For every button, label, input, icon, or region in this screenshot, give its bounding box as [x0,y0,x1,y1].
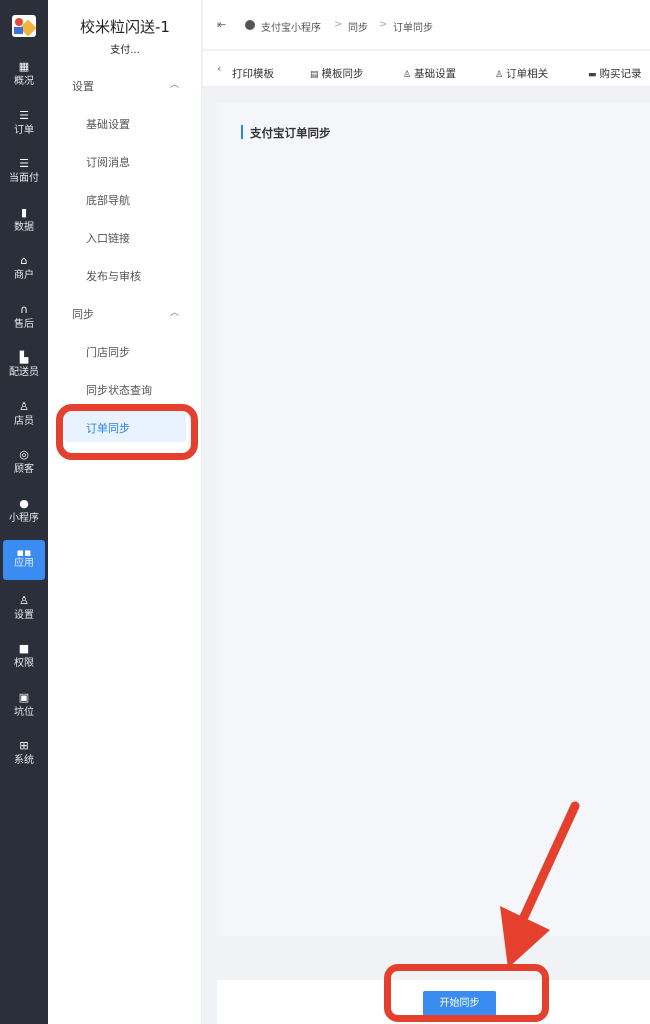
face-pay-icon: ☰ [19,157,29,170]
user-gear-icon: ♙ [403,70,412,80]
mini-program-icon: ● [19,497,29,510]
nav-sync-status-query[interactable]: 同步状态查询 [86,382,152,398]
tab-basic-settings[interactable]: ♙ 基础设置 [403,66,456,81]
staff-icon: ♙ [19,400,29,413]
breadcrumb-sync[interactable]: 同步 [348,19,368,34]
main-rail: ▦ 概况 ☰ 订单 ☰ 当面付 ▮ 数据 ⌂ 商户 ∩ 售后 ▙ 配送员 ♙ 店… [0,0,48,1024]
breadcrumb-separator: > [379,19,388,30]
nav-store-sync[interactable]: 门店同步 [86,344,130,360]
app-logo[interactable] [12,15,36,37]
apps-icon: ▪▪ [16,546,32,559]
server-icon: ▤ [310,70,319,80]
rail-item-slots[interactable]: ▣ 坑位 [3,689,45,729]
card-icon: ▬ [588,70,597,80]
app-subtitle[interactable]: 支付... [48,41,202,56]
courier-icon: ▙ [19,351,29,364]
nav-subscription-messages[interactable]: 订阅消息 [86,154,130,170]
after-sales-icon: ∩ [19,303,29,316]
rail-item-mini-program[interactable]: ● 小程序 [3,495,45,535]
breadcrumb-separator: > [334,19,343,30]
lock-icon: ■ [18,642,30,655]
tab-bar: ‹ 打印模板 ▤ 模板同步 ♙ 基础设置 ♙ 订单相关 ▬ 购买记录 [203,51,650,87]
section-title: 支付宝订单同步 [250,126,331,140]
rail-item-courier[interactable]: ▙ 配送员 [3,349,45,389]
nav-basic-settings[interactable]: 基础设置 [86,116,130,132]
rail-item-face-pay[interactable]: ☰ 当面付 [3,155,45,195]
chevron-up-icon[interactable]: ︿ [170,305,179,318]
data-icon: ▮ [20,206,28,219]
chevron-up-icon[interactable]: ︿ [170,77,179,90]
rail-item-overview[interactable]: ▦ 概况 [3,58,45,98]
chevron-left-icon[interactable]: ‹ [217,62,221,75]
rail-item-orders[interactable]: ☰ 订单 [3,107,45,147]
tab-print-template[interactable]: 打印模板 [232,66,274,81]
windows-icon: ⊞ [19,739,29,752]
order-icon: ☰ [19,109,29,122]
rail-item-customer[interactable]: ◎ 顾客 [3,446,45,486]
rail-item-staff[interactable]: ♙ 店员 [3,398,45,438]
annotation-highlight-order-sync [56,404,198,460]
section-accent-bar [241,125,243,139]
rail-item-merchant[interactable]: ⌂ 商户 [3,252,45,292]
annotation-arrow [500,801,580,968]
app-title: 校米粒闪送-1 [80,18,170,36]
tab-purchase-records[interactable]: ▬ 购买记录 [588,66,642,81]
tab-order-related[interactable]: ♙ 订单相关 [495,66,548,81]
nav-entry-links[interactable]: 入口链接 [86,230,130,246]
alipay-icon [245,20,255,30]
nav-bottom-navigation[interactable]: 底部导航 [86,192,130,208]
rail-item-settings[interactable]: ♙ 设置 [3,592,45,632]
customer-icon: ◎ [19,448,29,461]
group-sync[interactable]: 同步 [72,306,94,322]
top-bar: ⇤ 支付宝小程序 > 同步 > 订单同步 [203,0,650,50]
collapse-menu-icon[interactable]: ⇤ [217,18,226,31]
rail-item-permissions[interactable]: ■ 权限 [3,640,45,680]
rail-item-system[interactable]: ⊞ 系统 [3,737,45,777]
merchant-icon: ⌂ [20,254,28,267]
rail-item-apps[interactable]: ▪▪ 应用 [3,540,45,580]
settings-icon: ♙ [19,594,29,607]
group-settings[interactable]: 设置 [72,78,94,94]
rail-item-data[interactable]: ▮ 数据 [3,204,45,244]
tab-template-sync[interactable]: ▤ 模板同步 [310,66,364,81]
secondary-sidebar: 校米粒闪送-1 支付... 设置 ︿ 基础设置 订阅消息 底部导航 入口链接 发… [48,0,202,1024]
overview-icon: ▦ [18,60,30,73]
nav-publish-review[interactable]: 发布与审核 [86,268,141,284]
rail-item-after-sales[interactable]: ∩ 售后 [3,301,45,341]
breadcrumb-order-sync: 订单同步 [393,23,433,34]
breadcrumb-alipay[interactable]: 支付宝小程序 [261,19,321,34]
user-gear-icon: ♙ [495,70,504,80]
slot-icon: ▣ [18,691,30,704]
